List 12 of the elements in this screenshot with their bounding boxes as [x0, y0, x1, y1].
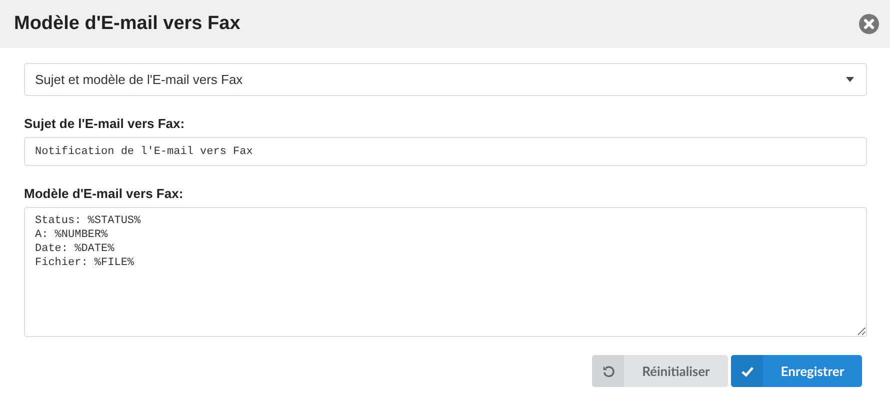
template-field[interactable]: Status: %STATUS% A: %NUMBER% Date: %DATE% Fichier: %FILE%	[24, 207, 867, 337]
checkmark-icon	[740, 364, 754, 378]
dialog-title: Modèle d'E-mail vers Fax	[14, 13, 240, 35]
undo-icon	[602, 364, 614, 378]
field-label: Sujet de l'E-mail vers Fax:	[24, 116, 186, 131]
subject-field[interactable]: Notification de l'E-mail vers Fax	[24, 137, 867, 166]
caret-icon	[846, 77, 854, 82]
save-button[interactable]: Enregistrer	[731, 355, 862, 387]
section-dropdown[interactable]: Sujet et modèle de l'E-mail vers Fax	[24, 63, 867, 96]
reset-button[interactable]: Réinitialiser	[592, 355, 728, 387]
field-label: Modèle d'E-mail vers Fax:	[24, 186, 184, 201]
close-icon[interactable]	[858, 13, 880, 35]
